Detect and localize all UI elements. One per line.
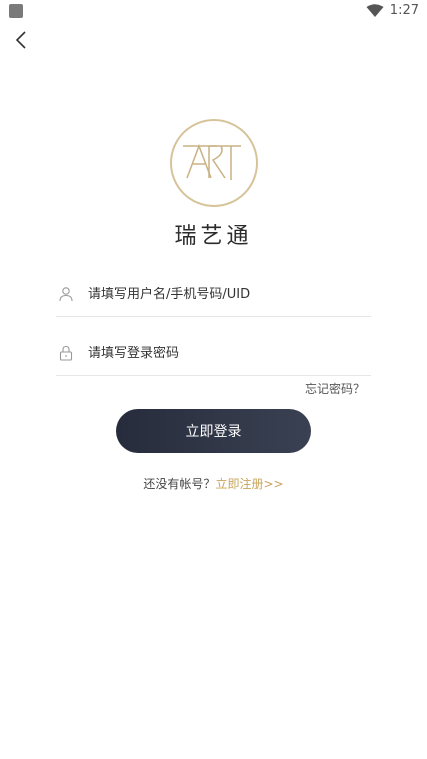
username-field: [56, 272, 371, 317]
password-field: [56, 331, 371, 376]
user-icon: [59, 287, 73, 302]
status-right: 1:27: [366, 3, 419, 18]
register-link[interactable]: 立即注册>>: [215, 477, 283, 491]
notification-icon: [9, 4, 23, 18]
no-account-text: 还没有帐号？: [143, 477, 216, 491]
brand-logo: 瑞艺通: [0, 118, 427, 250]
login-button[interactable]: 立即登录: [116, 409, 311, 453]
username-input[interactable]: [88, 286, 358, 302]
brand-name: 瑞艺通: [174, 224, 253, 249]
status-bar: 1:27: [0, 0, 427, 24]
forgot-password-link[interactable]: 忘记密码？: [305, 380, 365, 397]
back-arrow-icon[interactable]: [10, 28, 34, 52]
art-logo-icon: [169, 119, 258, 207]
status-time: 1:27: [389, 3, 419, 18]
register-row: 还没有帐号？立即注册>>: [0, 475, 427, 492]
lock-icon: [59, 345, 73, 361]
password-input[interactable]: [88, 345, 358, 361]
wifi-icon: [366, 3, 384, 17]
